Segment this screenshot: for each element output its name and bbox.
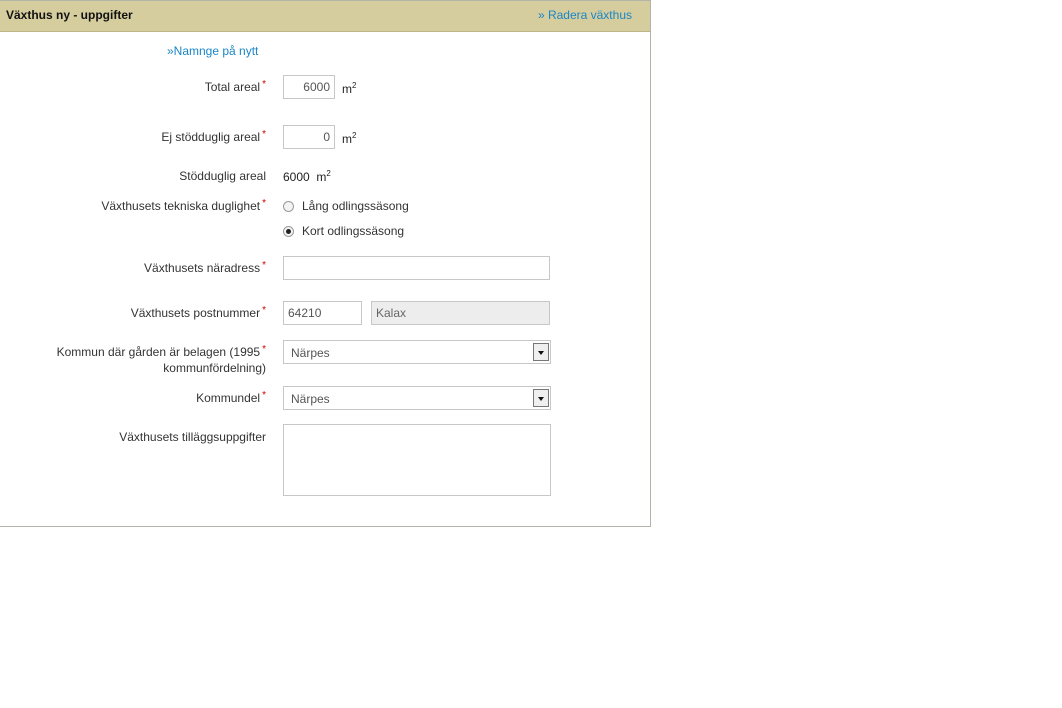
- rename-link[interactable]: »Namnge på nytt: [167, 44, 258, 58]
- extra-info-textarea[interactable]: [283, 424, 551, 496]
- radio-button-checked[interactable]: [283, 225, 294, 237]
- postal-city-field: [371, 301, 550, 325]
- selected-value: Närpes: [291, 346, 330, 360]
- radio-short-season[interactable]: Kort odlingssäsong: [283, 224, 404, 238]
- address-label: Växthusets näradress *: [144, 260, 266, 277]
- address-input[interactable]: [283, 256, 550, 280]
- non-support-area-label-text: Ej stödduglig areal: [161, 130, 261, 144]
- required-mark: *: [262, 260, 266, 271]
- total-area-label-text: Total areal: [204, 80, 261, 94]
- support-area-number: 6000: [283, 170, 310, 184]
- municipality-select[interactable]: Närpes: [283, 340, 551, 364]
- chevron-down-icon[interactable]: [533, 343, 549, 361]
- non-support-area-label: Ej stödduglig areal *: [161, 129, 266, 146]
- greenhouse-panel: Växthus ny - uppgifter » Radera växthus …: [0, 0, 651, 527]
- non-support-area-unit: m2: [342, 131, 356, 146]
- required-mark: *: [262, 344, 266, 355]
- postal-code-input[interactable]: [283, 301, 362, 325]
- unit-text: m: [342, 82, 352, 96]
- selected-value: Närpes: [291, 392, 330, 406]
- municipality-label-line1: Kommun där gården är belagen (1995: [56, 345, 261, 359]
- radio-label: Kort odlingssäsong: [302, 224, 405, 238]
- municipal-part-label-text: Kommundel: [196, 391, 261, 405]
- technical-label-text: Växthusets tekniska duglighet: [101, 199, 261, 213]
- required-mark: *: [262, 390, 266, 401]
- address-label-text: Växthusets näradress: [144, 261, 261, 275]
- unit-sup: 2: [352, 131, 357, 140]
- required-mark: *: [262, 129, 266, 140]
- total-area-input[interactable]: [283, 75, 335, 99]
- technical-label: Växthusets tekniska duglighet *: [101, 198, 266, 215]
- municipal-part-label: Kommundel *: [196, 390, 266, 407]
- total-area-label: Total areal *: [204, 79, 266, 96]
- radio-long-season[interactable]: Lång odlingssäsong: [283, 199, 409, 213]
- unit-sup: 2: [352, 81, 357, 90]
- required-mark: *: [262, 79, 266, 90]
- radio-label: Lång odlingssäsong: [302, 199, 409, 213]
- delete-greenhouse-link[interactable]: » Radera växthus: [538, 8, 632, 22]
- total-area-unit: m2: [342, 81, 356, 96]
- postal-label: Växthusets postnummer *: [130, 305, 266, 322]
- extra-info-label: Växthusets tilläggsuppgifter: [119, 430, 266, 444]
- postal-label-text: Växthusets postnummer: [130, 306, 261, 320]
- required-mark: *: [262, 305, 266, 316]
- required-mark: *: [262, 198, 266, 209]
- panel-header: Växthus ny - uppgifter » Radera växthus: [0, 1, 650, 32]
- support-area-label: Stödduglig areal: [179, 169, 266, 183]
- unit-text: m: [316, 170, 327, 184]
- municipality-label: Kommun där gården är belagen (1995 * komm…: [56, 344, 266, 376]
- municipality-label-line2: kommunfördelning): [163, 361, 266, 375]
- radio-button[interactable]: [283, 200, 294, 212]
- chevron-down-icon[interactable]: [533, 389, 549, 407]
- panel-title: Växthus ny - uppgifter: [6, 8, 133, 22]
- support-area-value: 6000 m2: [283, 169, 331, 184]
- unit-text: m: [342, 132, 352, 146]
- non-support-area-input[interactable]: [283, 125, 335, 149]
- municipal-part-select[interactable]: Närpes: [283, 386, 551, 410]
- unit-sup: 2: [326, 169, 331, 178]
